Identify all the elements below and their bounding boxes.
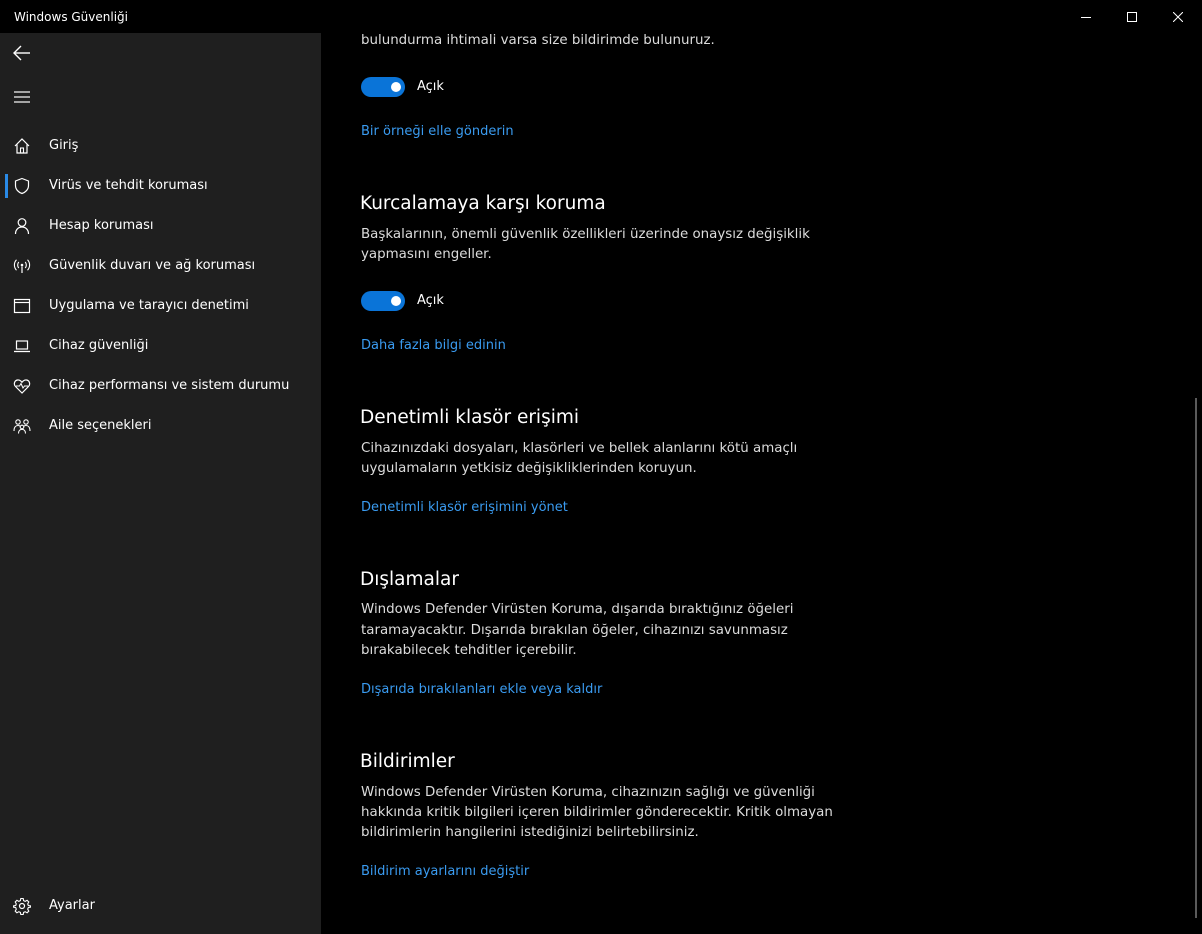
manage-controlled-folder-access-link[interactable]: Denetimli klasör erişimini yönet <box>361 500 568 515</box>
exclusions-description: taramayacaktır. Dışarıda bırakılan öğele… <box>361 623 788 638</box>
learn-more-link[interactable]: Daha fazla bilgi edinin <box>361 338 506 353</box>
sample-submission-toggle[interactable] <box>361 77 405 97</box>
submit-sample-link[interactable]: Bir örneği elle gönderin <box>361 124 514 139</box>
exclusions-description: bırakabilecek tehditler içerebilir. <box>361 643 577 658</box>
laptop-icon <box>12 336 32 356</box>
hamburger-menu-button[interactable] <box>8 85 36 109</box>
sidebar-item-app-browser-control[interactable]: Uygulama ve tarayıcı denetimi <box>0 286 321 326</box>
sidebar-item-label: Güvenlik duvarı ve ağ koruması <box>49 258 256 273</box>
sidebar-item-label: Hesap koruması <box>49 218 154 233</box>
active-indicator <box>5 174 8 198</box>
vertical-scrollbar[interactable] <box>1195 398 1197 918</box>
controlled-folder-access-description: uygulamaların yetkisiz değişikliklerinde… <box>361 461 697 476</box>
sidebar-item-label: Cihaz performansı ve sistem durumu <box>49 378 290 393</box>
exclusions-description: Windows Defender Virüsten Koruma, dışarı… <box>361 602 794 617</box>
tamper-protection-toggle[interactable] <box>361 291 405 311</box>
minimize-button[interactable] <box>1063 0 1109 33</box>
controlled-folder-access-heading: Denetimli klasör erişimi <box>360 407 580 428</box>
family-icon <box>12 416 32 436</box>
section-description: bulundurma ihtimali varsa size bildirimd… <box>361 33 715 48</box>
heart-pulse-icon <box>12 376 32 396</box>
back-arrow-icon <box>13 45 30 61</box>
gear-icon <box>12 896 32 916</box>
sidebar-item-device-security[interactable]: Cihaz güvenliği <box>0 326 321 366</box>
sidebar-item-label: Cihaz güvenliği <box>49 338 149 353</box>
sidebar-item-device-performance[interactable]: Cihaz performansı ve sistem durumu <box>0 366 321 406</box>
add-remove-exclusions-link[interactable]: Dışarıda bırakılanları ekle veya kaldır <box>361 682 602 697</box>
sidebar-settings-label: Ayarlar <box>49 898 95 913</box>
exclusions-heading: Dışlamalar <box>360 569 459 590</box>
controlled-folder-access-description: Cihazınızdaki dosyaları, klasörleri ve b… <box>361 441 798 456</box>
close-icon <box>1173 11 1183 22</box>
person-icon <box>12 216 32 236</box>
toggle-knob <box>391 82 401 92</box>
shield-icon <box>12 176 32 196</box>
sidebar-item-label: Aile seçenekleri <box>49 418 152 433</box>
sidebar-item-settings[interactable]: Ayarlar <box>0 886 321 926</box>
sidebar-item-label: Uygulama ve tarayıcı denetimi <box>49 298 249 313</box>
minimize-icon <box>1081 16 1091 18</box>
sidebar-item-account-protection[interactable]: Hesap koruması <box>0 206 321 246</box>
title-bar: Windows Güvenliği <box>0 0 1202 33</box>
sidebar: Giriş Virüs ve tehdit koruması Hesap kor… <box>0 33 321 934</box>
maximize-icon <box>1127 11 1137 22</box>
toggle-knob <box>391 296 401 306</box>
toggle-state-label: Açık <box>417 79 444 94</box>
notifications-description: bildirimlerin hangilerini istediğinizi b… <box>361 825 699 840</box>
back-button[interactable] <box>8 41 36 65</box>
sidebar-nav: Giriş Virüs ve tehdit koruması Hesap kor… <box>0 126 321 446</box>
maximize-button[interactable] <box>1109 0 1155 33</box>
notifications-heading: Bildirimler <box>360 751 455 772</box>
toggle-state-label: Açık <box>417 293 444 308</box>
sidebar-item-virus-protection[interactable]: Virüs ve tehdit koruması <box>0 166 321 206</box>
sidebar-item-family-options[interactable]: Aile seçenekleri <box>0 406 321 446</box>
browser-window-icon <box>12 296 32 316</box>
window-title: Windows Güvenliği <box>14 10 128 24</box>
notifications-description: hakkında kritik bilgileri içeren bildiri… <box>361 805 833 820</box>
sidebar-item-firewall[interactable]: Güvenlik duvarı ve ağ koruması <box>0 246 321 286</box>
home-icon <box>12 136 32 156</box>
tamper-protection-heading: Kurcalamaya karşı koruma <box>360 193 606 214</box>
sidebar-item-home[interactable]: Giriş <box>0 126 321 166</box>
tamper-protection-description: Başkalarının, önemli güvenlik özellikler… <box>361 227 810 242</box>
change-notification-settings-link[interactable]: Bildirim ayarlarını değiştir <box>361 864 529 879</box>
antenna-icon <box>12 256 32 276</box>
notifications-description: Windows Defender Virüsten Koruma, cihazı… <box>361 785 815 800</box>
sidebar-item-label: Virüs ve tehdit koruması <box>49 178 208 193</box>
tamper-protection-description: yapmasını engeller. <box>361 247 492 262</box>
close-button[interactable] <box>1155 0 1201 33</box>
hamburger-icon <box>14 91 30 103</box>
sidebar-item-label: Giriş <box>49 138 79 153</box>
